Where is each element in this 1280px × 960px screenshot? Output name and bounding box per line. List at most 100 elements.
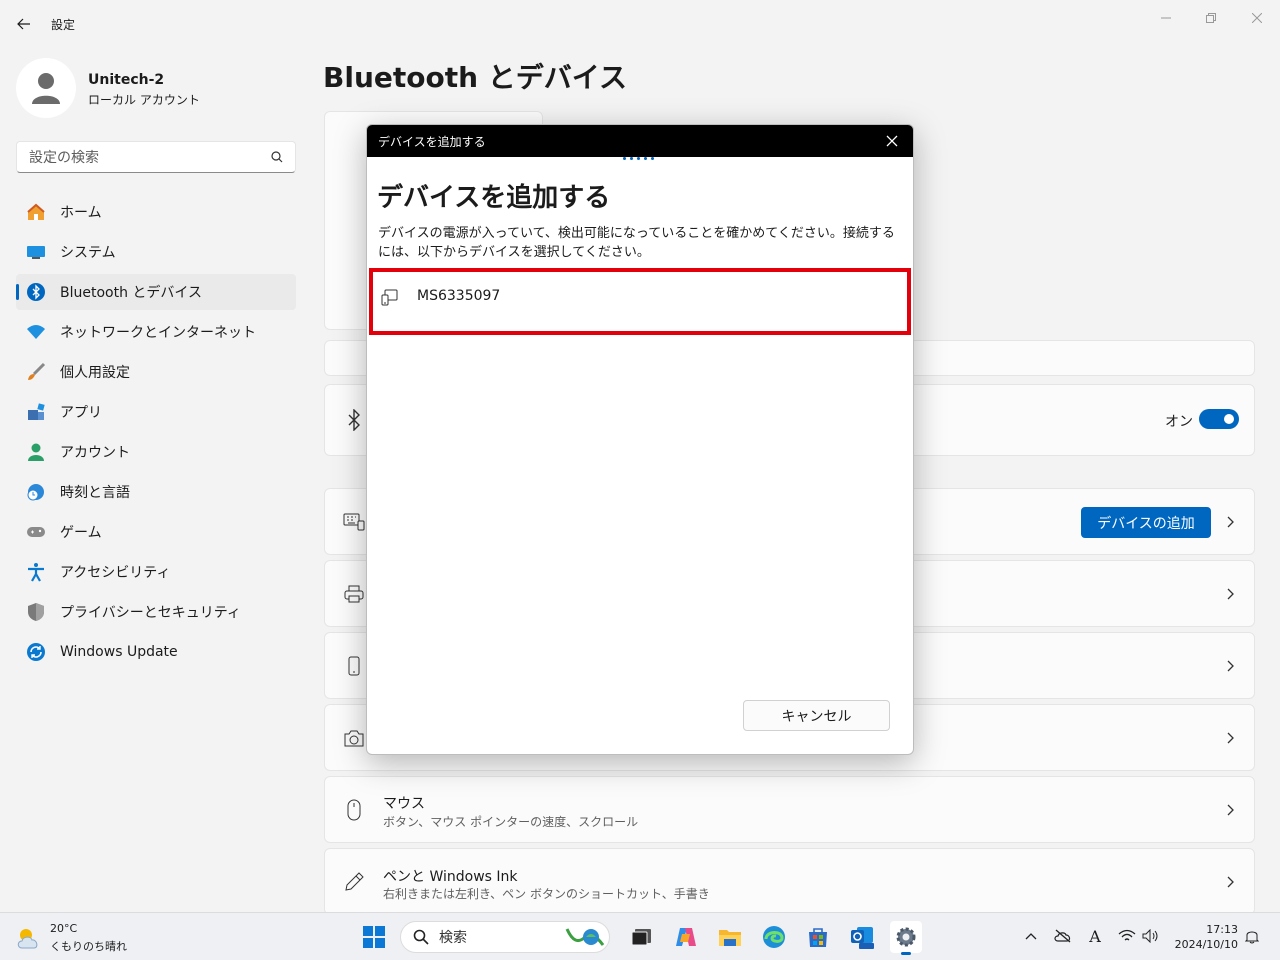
- minimize-icon: [1161, 17, 1171, 19]
- avatar: [16, 58, 76, 118]
- sidebar-item-label: アクセシビリティ: [60, 565, 171, 581]
- wifi-icon: [1118, 929, 1136, 941]
- ime-mode-icon: A: [1089, 926, 1101, 946]
- sidebar-item-apps[interactable]: アプリ: [16, 394, 296, 430]
- settings-taskbar-button[interactable]: [890, 921, 922, 955]
- sidebar-item-personalization[interactable]: 個人用設定: [16, 354, 296, 390]
- ime-indicator[interactable]: A: [1086, 926, 1104, 946]
- mouse-card[interactable]: マウス ボタン、マウス ポインターの速度、スクロール: [324, 776, 1255, 843]
- add-device-button[interactable]: デバイスの追加: [1081, 507, 1211, 538]
- home-icon: [26, 202, 46, 222]
- clock-date: 2024/10/10: [1174, 938, 1238, 951]
- chevron-right-icon: [1227, 660, 1234, 672]
- restore-button[interactable]: [1188, 6, 1234, 30]
- sidebar-item-gaming[interactable]: ゲーム: [16, 514, 296, 550]
- weather-description: くもりのち晴れ: [50, 940, 127, 953]
- dialog-title-bar: デバイスを追加する: [367, 125, 913, 157]
- taskbar-clock[interactable]: 17:13 2024/10/10: [1168, 922, 1238, 952]
- bluetooth-toggle[interactable]: [1199, 409, 1239, 429]
- searching-progress-dots: [623, 157, 654, 160]
- bluetooth-toggle-label: オン: [1165, 414, 1193, 430]
- windows-logo-icon: [363, 926, 385, 948]
- edge-button[interactable]: [758, 921, 790, 953]
- update-icon: [26, 642, 46, 662]
- weather-temperature: 20°C: [50, 922, 78, 935]
- partly-cloudy-icon: [17, 929, 38, 949]
- bluetooth-icon: [26, 282, 46, 302]
- apps-icon: [26, 402, 46, 422]
- dialog-description: デバイスの電源が入っていて、検出可能になっていることを確かめてください。接続する…: [378, 226, 895, 260]
- sidebar-item-label: システム: [60, 245, 116, 261]
- sidebar-item-time-language[interactable]: 時刻と言語: [16, 474, 296, 510]
- app-title: 設定: [51, 18, 76, 32]
- bell-icon: [1245, 931, 1259, 944]
- chevron-right-icon: [1227, 516, 1234, 528]
- taskbar-search-box[interactable]: 検索: [400, 921, 610, 953]
- sidebar-item-label: 個人用設定: [60, 365, 130, 381]
- sidebar-item-label: アカウント: [60, 445, 130, 461]
- store-icon: [809, 928, 827, 947]
- sidebar-item-label: アプリ: [60, 405, 102, 421]
- pen-card[interactable]: ペンと Windows Ink 右利きまたは左利き、ペン ボタンのショートカット…: [324, 848, 1255, 915]
- close-window-button[interactable]: [1234, 6, 1280, 30]
- pen-icon: [343, 871, 365, 893]
- sidebar-item-system[interactable]: システム: [16, 234, 296, 270]
- camera-icon: [343, 727, 365, 749]
- volume-tray-icon[interactable]: [1142, 927, 1160, 945]
- chevron-right-icon: [1227, 804, 1234, 816]
- close-icon[interactable]: [885, 134, 899, 148]
- speaker-icon: [1142, 929, 1158, 943]
- sidebar-item-home[interactable]: ホーム: [16, 194, 296, 230]
- show-hidden-icons-button[interactable]: [1022, 927, 1040, 945]
- sidebar-item-bluetooth[interactable]: Bluetooth とデバイス: [16, 274, 296, 310]
- mouse-subtitle: ボタン、マウス ポインターの速度、スクロール: [383, 815, 639, 829]
- sidebar-item-label: 時刻と言語: [60, 485, 130, 501]
- mouse-title: マウス: [383, 796, 425, 812]
- printer-icon: [343, 583, 365, 605]
- start-button[interactable]: [358, 921, 390, 953]
- title-bar: 設定: [0, 0, 1280, 48]
- pen-title: ペンと Windows Ink: [383, 869, 518, 885]
- task-view-icon: [631, 929, 651, 946]
- network-tray-icon[interactable]: [1118, 927, 1136, 945]
- phone-icon: [343, 655, 365, 677]
- sidebar-item-label: ゲーム: [60, 525, 102, 541]
- search-highlight-icon: [565, 928, 605, 946]
- file-explorer-button[interactable]: [714, 921, 746, 953]
- search-placeholder: 設定の検索: [29, 150, 99, 166]
- weather-widget[interactable]: 20°C くもりのち晴れ: [16, 921, 156, 953]
- store-button[interactable]: [802, 921, 834, 953]
- edge-icon: [763, 926, 785, 948]
- shield-icon: [26, 602, 46, 622]
- gear-icon: [896, 927, 916, 947]
- sidebar-item-network[interactable]: ネットワークとインターネット: [16, 314, 296, 350]
- accessibility-icon: [26, 562, 46, 582]
- cancel-button[interactable]: キャンセル: [743, 700, 890, 731]
- dialog-window-title: デバイスを追加する: [378, 134, 486, 149]
- sidebar-item-privacy[interactable]: プライバシーとセキュリティ: [16, 594, 296, 630]
- sidebar-item-accounts[interactable]: アカウント: [16, 434, 296, 470]
- task-view-button[interactable]: [626, 921, 658, 953]
- onedrive-tray-icon[interactable]: [1054, 927, 1072, 945]
- minimize-button[interactable]: [1143, 6, 1189, 30]
- found-device-item[interactable]: MS6335097: [369, 268, 911, 335]
- pen-subtitle: 右利きまたは左利き、ペン ボタンのショートカット、手書き: [383, 887, 710, 901]
- dialog-heading: デバイスを追加する: [377, 183, 611, 213]
- cloud-off-icon: [1054, 929, 1071, 943]
- user-silhouette-icon: [32, 73, 60, 104]
- sidebar-item-windows-update[interactable]: Windows Update: [16, 634, 296, 670]
- chevron-right-icon: [1227, 876, 1234, 888]
- copilot-button[interactable]: [670, 921, 702, 953]
- sidebar-item-accessibility[interactable]: アクセシビリティ: [16, 554, 296, 590]
- settings-search-input[interactable]: 設定の検索: [16, 141, 296, 173]
- chevron-up-icon: [1025, 933, 1037, 940]
- user-profile[interactable]: Unitech-2 ローカル アカウント: [16, 58, 296, 118]
- notification-button[interactable]: [1243, 927, 1261, 945]
- back-button[interactable]: [12, 12, 36, 36]
- bluetooth-icon: [343, 409, 365, 431]
- search-icon: [271, 151, 283, 163]
- user-name: Unitech-2: [88, 72, 165, 88]
- taskbar-search-placeholder: 検索: [439, 930, 467, 946]
- outlook-new-button[interactable]: [846, 921, 878, 953]
- clock-time: 17:13: [1206, 923, 1238, 936]
